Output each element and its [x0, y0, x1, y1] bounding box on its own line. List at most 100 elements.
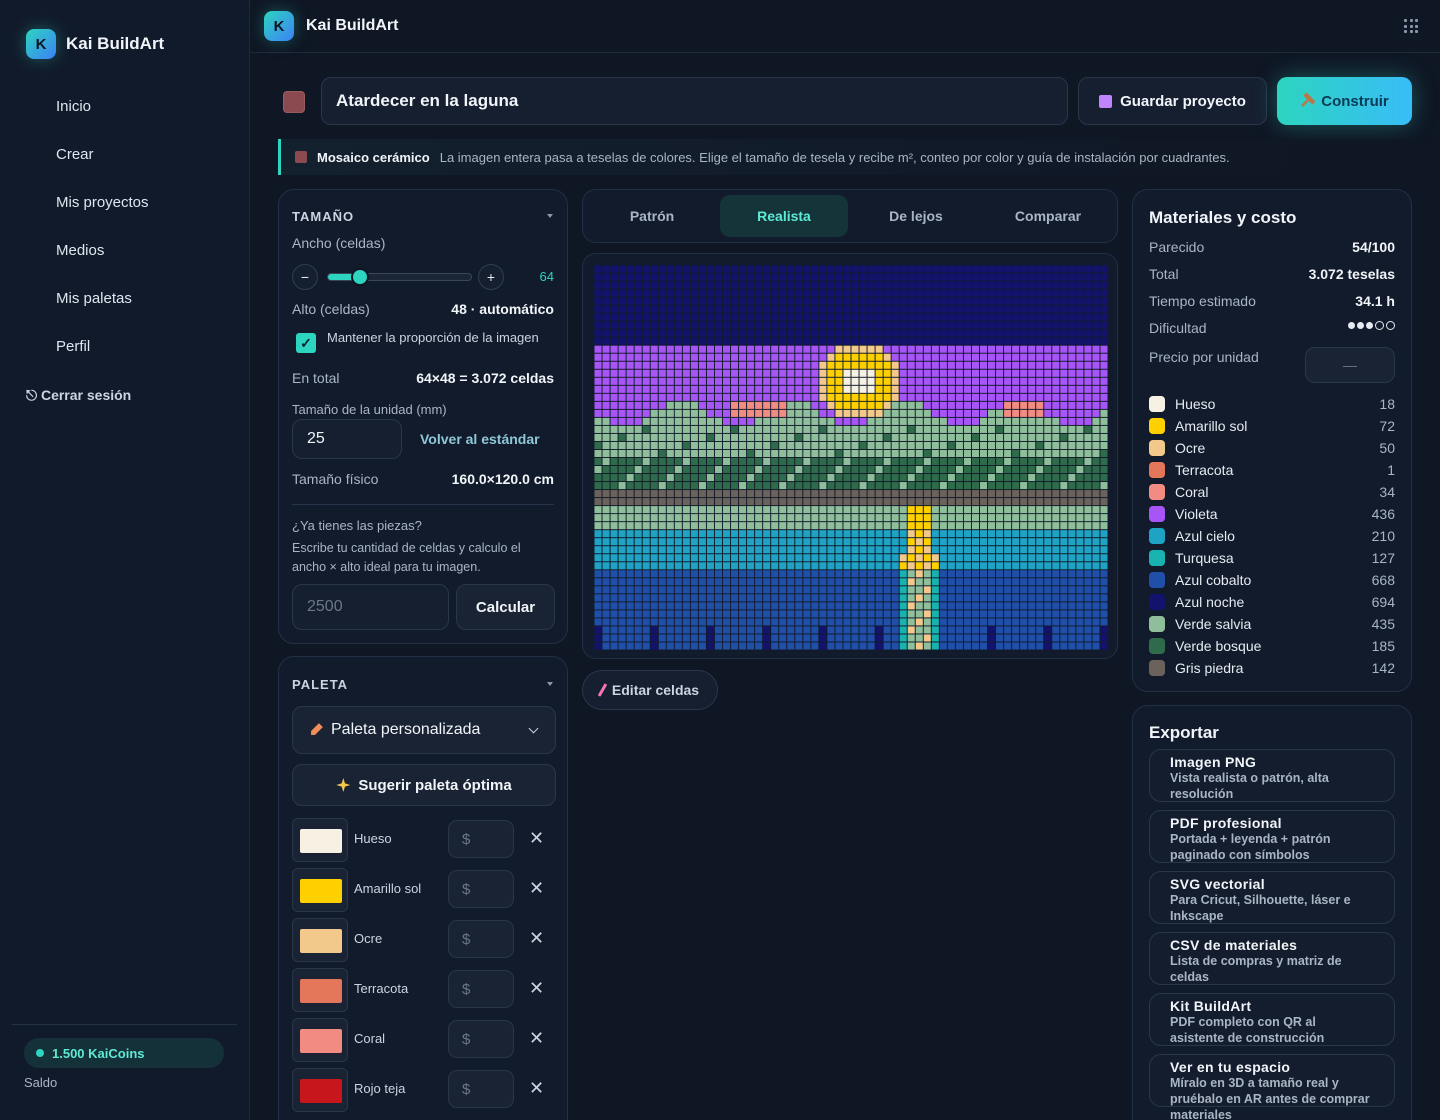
palette-panel: PALETA Paleta personalizada Sugerir pale…	[278, 656, 568, 1120]
tab-patron[interactable]: Patrón	[588, 195, 716, 237]
width-slider[interactable]	[327, 270, 472, 284]
color-price-input[interactable]: $	[448, 1020, 514, 1058]
color-swatch-button[interactable]	[292, 1068, 348, 1112]
color-swatch-button[interactable]	[292, 918, 348, 962]
chevron-down-icon[interactable]	[547, 682, 553, 686]
mosaic-cell	[1012, 498, 1020, 506]
mosaic-cell	[739, 305, 747, 313]
export-option-card[interactable]: Kit BuildArt PDF completo con QR al asist…	[1149, 993, 1395, 1046]
project-title-input[interactable]	[321, 77, 1068, 125]
mosaic-cell	[1012, 554, 1020, 562]
export-option-card[interactable]: CSV de materiales Lista de compras y matr…	[1149, 932, 1395, 985]
remove-color-icon[interactable]: ✕	[529, 978, 544, 999]
export-option-card[interactable]: SVG vectorial Para Cricut, Silhouette, lá…	[1149, 871, 1395, 924]
reset-standard-button[interactable]: Volver al estándar	[420, 431, 540, 447]
sidebar-item-inicio[interactable]: Inicio	[28, 82, 238, 130]
mosaic-cell	[642, 449, 650, 458]
color-price-input[interactable]: $	[448, 820, 514, 858]
mosaic-cell	[867, 385, 875, 393]
topbar-logo-icon[interactable]: K	[264, 11, 294, 41]
mosaic-cell	[739, 546, 747, 554]
export-option-card[interactable]: PDF profesional Portada + leyenda + patró…	[1149, 810, 1395, 863]
mosaic-cell	[771, 369, 779, 377]
mosaic-cell	[875, 377, 883, 385]
mosaic-cell	[979, 490, 988, 498]
save-project-button[interactable]: Guardar proyecto	[1078, 77, 1267, 125]
mosaic-cell	[1044, 417, 1052, 425]
remove-color-icon[interactable]: ✕	[529, 878, 544, 899]
width-decrement-button[interactable]: −	[292, 264, 318, 290]
mosaic-cell	[658, 385, 666, 393]
color-price-input[interactable]: $	[448, 870, 514, 908]
sidebar-item-mis-paletas[interactable]: Mis paletas	[28, 274, 238, 322]
mosaic-cell	[851, 578, 859, 586]
mosaic-cell	[1076, 433, 1084, 441]
logout-button[interactable]: ⎋ Cerrar sesión	[26, 387, 131, 404]
color-swatch-button[interactable]	[292, 868, 348, 912]
mosaic-cell	[1060, 321, 1068, 329]
remove-color-icon[interactable]: ✕	[529, 828, 544, 849]
mosaic-cell	[731, 369, 739, 377]
pieces-input[interactable]: 2500	[292, 584, 449, 630]
export-option-card[interactable]: Imagen PNG Vista realista o patrón, alta …	[1149, 749, 1395, 802]
apps-grid-icon[interactable]	[1404, 19, 1418, 33]
mosaic-cell	[835, 474, 843, 482]
mosaic-preview[interactable]	[594, 265, 1108, 650]
mosaic-cell	[899, 377, 907, 385]
mosaic-cell	[907, 642, 915, 650]
remove-color-icon[interactable]: ✕	[529, 1028, 544, 1049]
mosaic-cell	[618, 482, 626, 490]
mosaic-cell	[602, 281, 610, 289]
mosaic-cell	[1052, 345, 1060, 353]
unit-price-input[interactable]: —	[1305, 347, 1395, 383]
palette-heading[interactable]: PALETA	[292, 677, 348, 692]
mosaic-cell	[819, 433, 827, 441]
sidebar-item-mis-proyectos[interactable]: Mis proyectos	[28, 178, 238, 226]
sidebar-brand[interactable]: K Kai BuildArt	[26, 29, 164, 59]
mosaic-cell	[602, 337, 610, 345]
width-increment-button[interactable]: +	[478, 264, 504, 290]
mosaic-cell	[618, 321, 626, 329]
sidebar-item-medios[interactable]: Medios	[28, 226, 238, 274]
coins-badge[interactable]: 1.500 KaiCoins	[24, 1038, 224, 1068]
mosaic-cell	[610, 610, 618, 618]
remove-color-icon[interactable]: ✕	[529, 928, 544, 949]
color-price-input[interactable]: $	[448, 970, 514, 1008]
tab-comparar[interactable]: Comparar	[984, 195, 1112, 237]
mosaic-cell	[923, 506, 931, 514]
mosaic-cell	[1100, 570, 1108, 578]
color-price-input[interactable]: $	[448, 920, 514, 958]
chevron-down-icon[interactable]	[547, 214, 553, 218]
unit-size-input[interactable]: 25	[292, 419, 402, 459]
mosaic-cell	[634, 538, 642, 546]
size-heading[interactable]: TAMAÑO	[292, 209, 354, 224]
mosaic-cell	[1044, 618, 1052, 626]
color-price-input[interactable]: $	[448, 1070, 514, 1108]
remove-color-icon[interactable]: ✕	[529, 1078, 544, 1099]
mosaic-cell	[594, 297, 602, 305]
palette-select[interactable]: Paleta personalizada	[292, 706, 556, 754]
mosaic-cell	[714, 457, 723, 466]
color-swatch-button[interactable]	[292, 968, 348, 1012]
color-swatch-button[interactable]	[292, 818, 348, 862]
mosaic-cell	[883, 466, 891, 474]
project-color-button[interactable]	[283, 91, 305, 113]
width-slider-thumb[interactable]	[352, 270, 367, 284]
edit-cells-button[interactable]: Editar celdas	[582, 670, 718, 710]
suggest-palette-button[interactable]: Sugerir paleta óptima	[292, 764, 556, 806]
mosaic-cell	[650, 361, 658, 369]
keep-ratio-label[interactable]: Mantener la proporción de la imagen	[327, 330, 539, 345]
mosaic-cell	[682, 602, 690, 610]
tab-de-lejos[interactable]: De lejos	[852, 195, 980, 237]
sidebar-item-perfil[interactable]: Perfil	[28, 322, 238, 370]
sidebar-item-crear[interactable]: Crear	[28, 130, 238, 178]
tab-realista[interactable]: Realista	[720, 195, 848, 237]
export-option-card[interactable]: Ver en tu espacio Míralo en 3D a tamaño r…	[1149, 1054, 1395, 1120]
keep-ratio-checkbox[interactable]: ✓	[296, 333, 316, 353]
mosaic-cell	[1100, 538, 1108, 546]
mosaic-cell	[690, 634, 698, 642]
color-swatch-button[interactable]	[292, 1018, 348, 1062]
build-button[interactable]: Construir	[1277, 77, 1412, 125]
calculate-button[interactable]: Calcular	[456, 584, 555, 630]
mosaic-cell	[787, 554, 795, 562]
